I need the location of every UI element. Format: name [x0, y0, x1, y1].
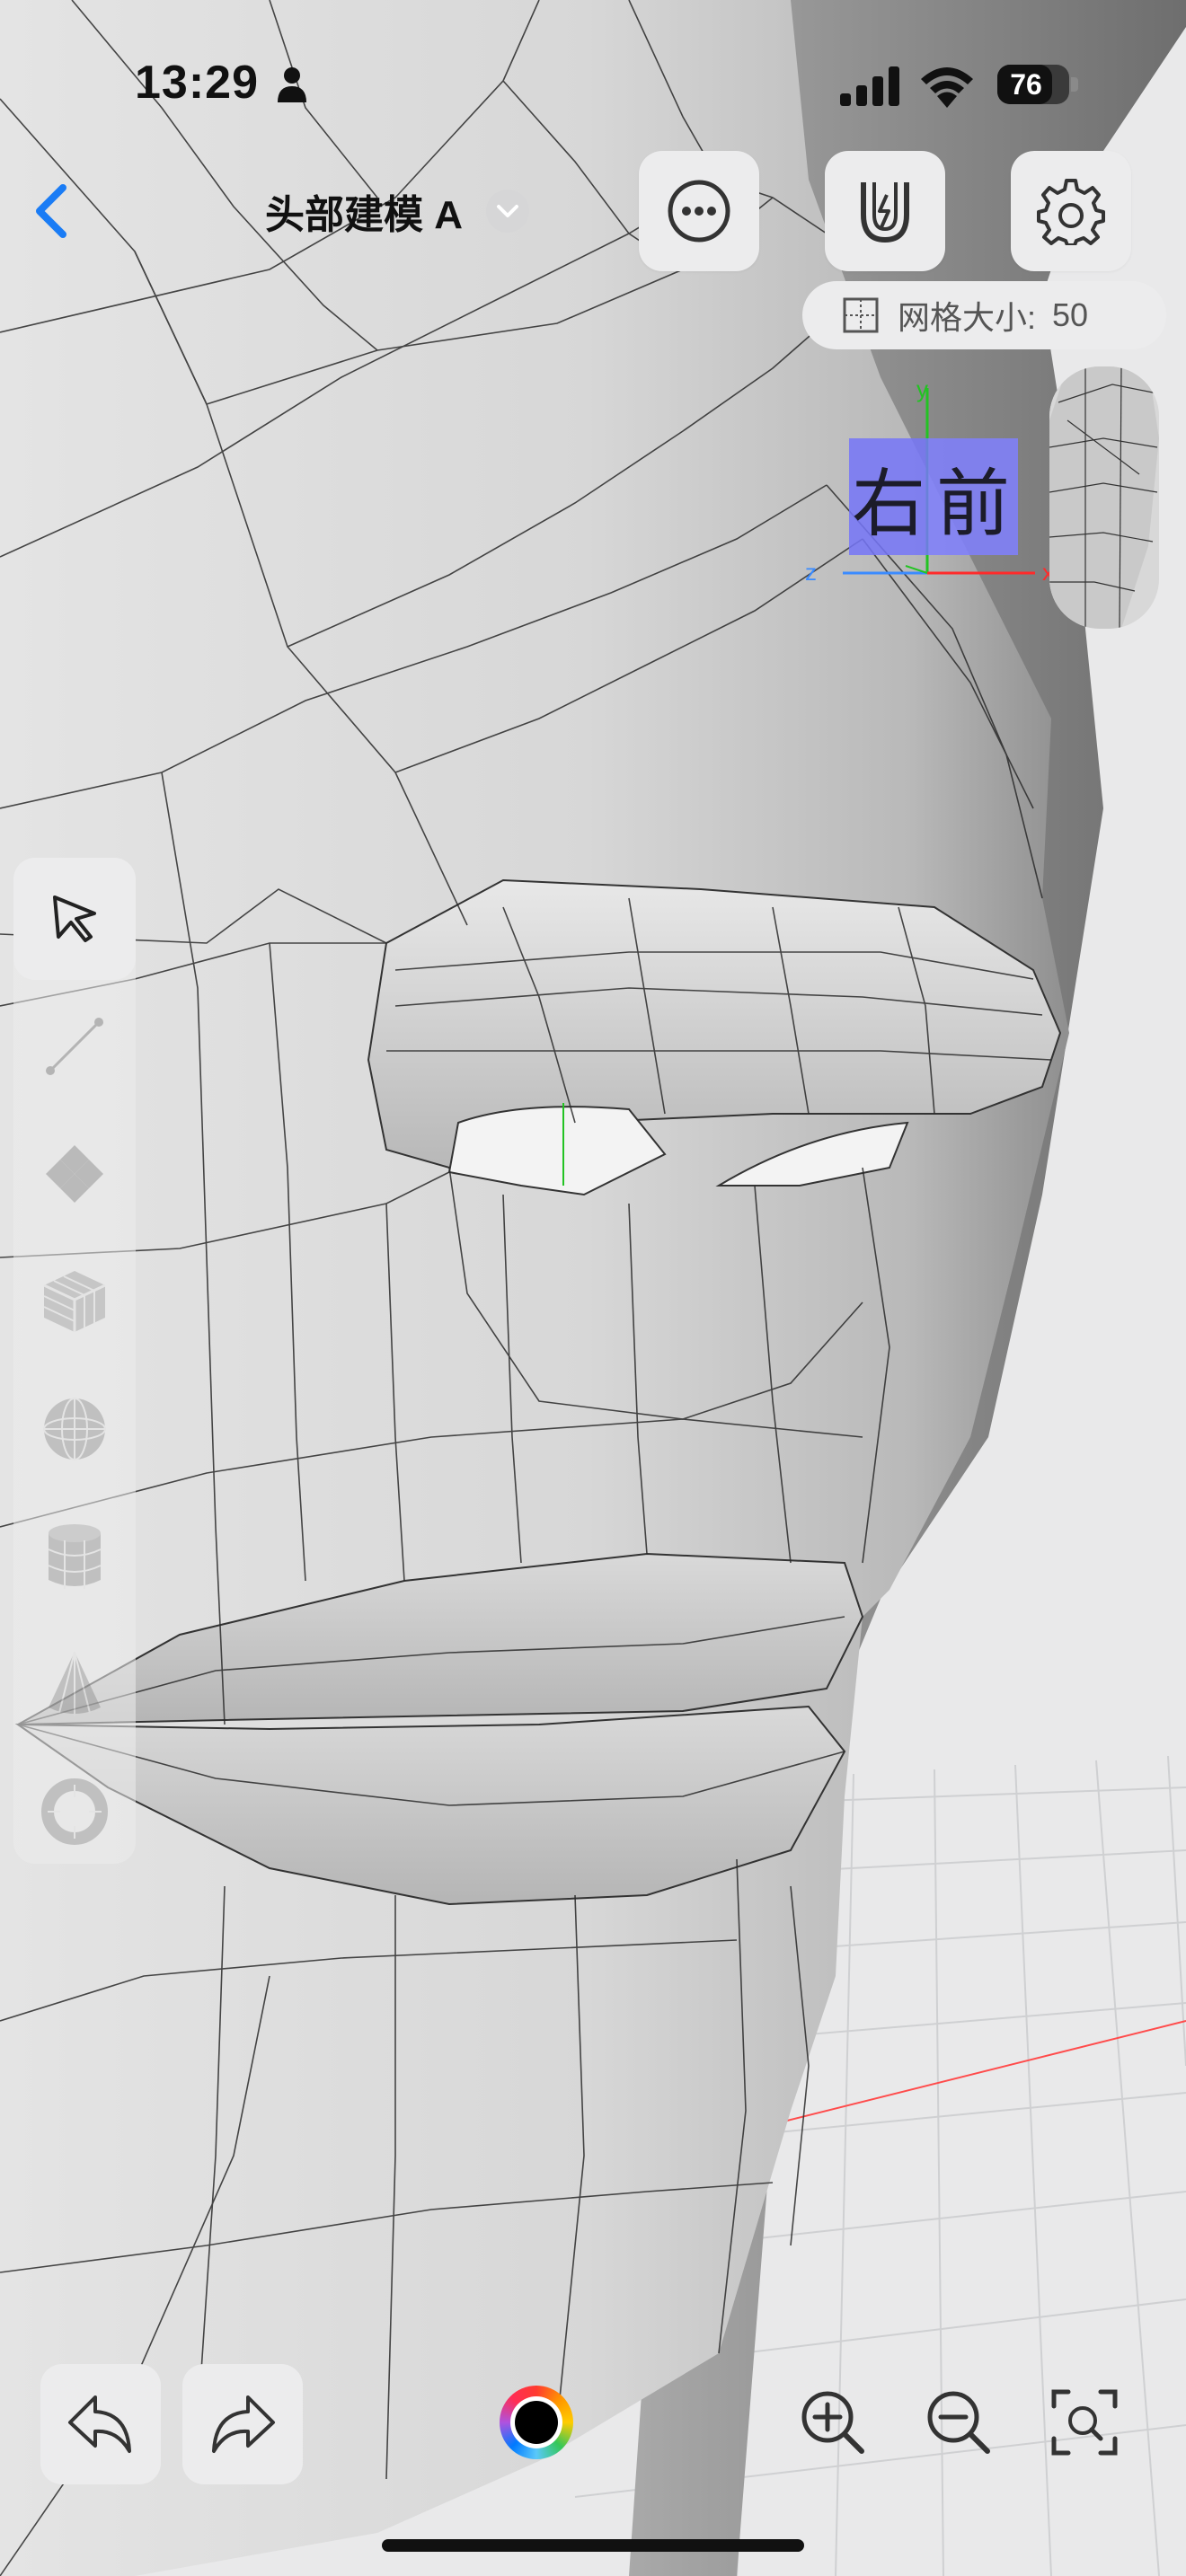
color-picker-button[interactable] [500, 2386, 573, 2459]
cellular-signal-icon [840, 66, 899, 106]
person-icon [278, 67, 306, 102]
cone-tool-button[interactable] [13, 1623, 136, 1745]
status-bar: 13:29 76 [0, 0, 1186, 171]
battery-tip [1071, 77, 1078, 92]
settings-button[interactable] [1011, 151, 1131, 271]
chevron-down-icon [497, 205, 518, 217]
title-dropdown-button[interactable] [486, 190, 529, 233]
grid-size-icon [843, 297, 879, 333]
cube-tool-button[interactable] [13, 1240, 136, 1363]
plane-tool-button[interactable] [13, 1113, 136, 1235]
cylinder-icon [48, 1524, 102, 1589]
cube-icon [43, 1271, 106, 1332]
torus-icon [41, 1778, 108, 1845]
title-menu[interactable]: 头部建模 A [265, 184, 529, 238]
grid-size-value: 50 [1052, 296, 1089, 333]
zoom-in-icon [801, 2391, 864, 2454]
view-cube-front-face[interactable]: 前 [928, 438, 1018, 555]
zoom-out-icon [927, 2391, 990, 2454]
plane-icon [46, 1145, 103, 1203]
back-button[interactable] [27, 175, 81, 247]
redo-button[interactable] [182, 2364, 303, 2484]
battery-indicator: 76 [997, 65, 1069, 104]
snap-magnet-button[interactable] [825, 151, 945, 271]
grid-size-chip[interactable]: 网格大小: 50 [802, 281, 1166, 349]
torus-tool-button[interactable] [13, 1751, 136, 1873]
gear-icon [1037, 179, 1105, 245]
select-tool-button[interactable] [13, 858, 136, 980]
redo-icon [212, 2395, 275, 2453]
undo-icon [68, 2395, 131, 2453]
cylinder-tool-button[interactable] [13, 1495, 136, 1618]
chevron-left-icon [36, 184, 66, 238]
color-wheel-icon [510, 2396, 562, 2448]
home-indicator [382, 2539, 804, 2552]
ellipsis-circle-icon [668, 180, 730, 243]
undo-button[interactable] [40, 2364, 161, 2484]
zoom-in-button[interactable] [783, 2373, 882, 2472]
zoom-out-button[interactable] [909, 2373, 1008, 2472]
mini-preview-mesh [1049, 366, 1159, 629]
model-mini-preview[interactable] [1049, 366, 1159, 629]
grid-size-label: 网格大小: [898, 299, 1037, 336]
side-toolbar [13, 858, 136, 1864]
sphere-tool-button[interactable] [13, 1368, 136, 1490]
axis-y-label: y [916, 375, 928, 402]
wifi-icon [921, 67, 973, 108]
sphere-icon [43, 1398, 106, 1460]
view-cube-right-face[interactable]: 右 [849, 438, 928, 555]
page-title: 头部建模 A [265, 193, 463, 237]
magnet-icon [861, 182, 909, 243]
more-options-button[interactable] [639, 151, 759, 271]
line-icon [46, 1018, 103, 1075]
status-time: 13:29 [135, 57, 259, 109]
current-color-swatch [515, 2401, 558, 2444]
select-arrow-icon [53, 895, 96, 942]
battery-percent: 76 [1010, 68, 1042, 101]
fit-view-button[interactable] [1035, 2373, 1134, 2472]
line-tool-button[interactable] [13, 985, 136, 1107]
cone-icon [49, 1651, 101, 1716]
fit-view-icon [1051, 2389, 1118, 2456]
axis-z-label: z [805, 559, 817, 586]
